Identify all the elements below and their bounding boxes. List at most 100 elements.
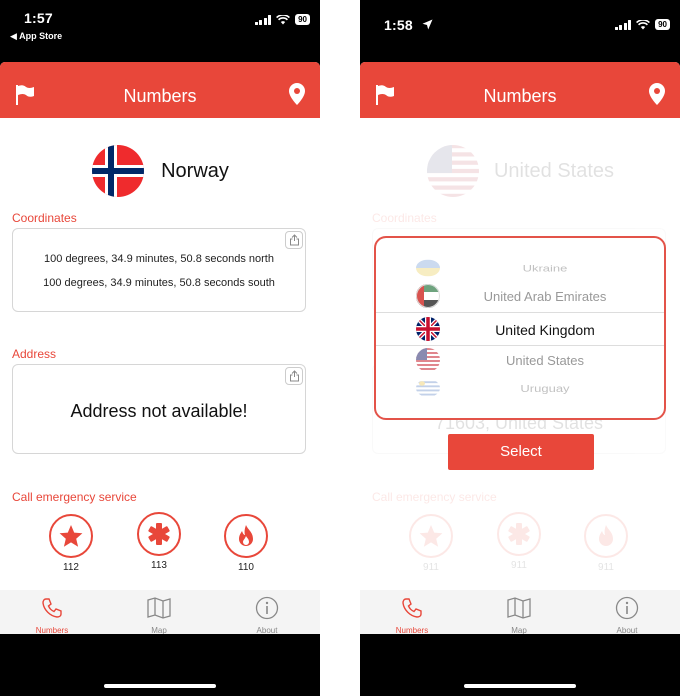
uk-flag-icon [416,317,440,341]
share-icon [289,370,299,382]
picker-row-label: United States [505,353,585,368]
uae-flag-icon [416,284,440,308]
map-icon [507,597,531,619]
nav-title: Numbers [483,86,557,106]
picker-row[interactable]: Uruguay [376,378,664,399]
picker-row[interactable]: Ukraine [376,258,664,278]
medical-icon [148,523,170,545]
status-icons: 90 [254,14,310,25]
tab-map[interactable]: Map [484,596,554,634]
address-text: Address not available! [70,401,248,421]
selected-country: United States [360,144,680,198]
battery-icon: 90 [295,14,310,25]
tab-label: Map [151,626,167,634]
coordinates-box: 100 degrees, 34.9 minutes, 50.8 seconds … [12,228,306,312]
app-screen: Numbers United States Coordinates 71603,… [360,62,680,634]
tab-about[interactable]: About [592,596,662,634]
phone-icon [402,598,422,618]
picker-row[interactable]: United States [376,346,664,374]
tab-label: About [256,626,278,634]
us-flag-icon [416,348,440,372]
tab-map[interactable]: Map [124,596,194,634]
ambulance-number: 911 [511,560,527,571]
nav-title: Numbers [123,86,197,106]
coordinates-latitude: 100 degrees, 34.9 minutes, 50.8 seconds … [44,253,274,265]
location-pin-icon[interactable] [288,82,306,106]
police-number: 112 [63,562,79,573]
tab-label: About [616,626,638,634]
info-icon [255,596,279,620]
phone-screen-right: 1:58 90 Numbers United States Coordinate… [360,0,680,696]
picker-row-label: United Arab Emirates [483,289,607,304]
fire-number: 911 [598,562,614,573]
status-bar: 1:58 90 [360,0,680,62]
location-arrow-icon [422,19,433,30]
call-police-button[interactable]: 112 [47,514,95,573]
address-box: Address not available! [12,364,306,454]
map-icon [147,597,171,619]
home-indicator [464,684,576,688]
picker-row-label: Ukraine [522,263,568,274]
tab-bar: Numbers Map About [0,590,320,634]
back-to-app-store-link[interactable]: ◀ App Store [10,31,62,42]
battery-icon: 90 [655,19,670,30]
phone-icon [42,598,62,618]
address-label: Address [12,347,57,361]
status-time: 1:57 [24,10,53,26]
nav-bar: Numbers [0,62,320,118]
medical-icon [508,523,530,545]
call-ambulance-button[interactable]: 113 [135,512,183,571]
status-icons: 90 [614,19,670,30]
fire-number: 110 [238,562,254,573]
country-name: Norway [161,159,229,182]
picker-row[interactable]: United Arab Emirates [376,282,664,310]
call-fire-button[interactable]: 110 [222,514,270,573]
location-pin-icon[interactable] [648,82,666,106]
share-address-button[interactable] [285,367,303,385]
nav-bar: Numbers [360,62,680,118]
select-button[interactable]: Select [448,434,594,470]
uruguay-flag-icon [416,379,440,397]
cellular-signal-icon [254,14,272,25]
call-police-button: 911 [407,514,455,573]
star-icon [419,525,443,547]
coordinates-label: Coordinates [12,211,77,225]
fire-icon [239,525,253,546]
share-coordinates-button[interactable] [285,231,303,249]
call-ambulance-button: 911 [495,512,543,571]
coordinates-longitude: 100 degrees, 34.9 minutes, 50.8 seconds … [43,277,275,289]
coordinates-label: Coordinates [372,211,437,225]
info-icon [615,596,639,620]
ukraine-flag-icon [416,259,440,277]
ambulance-number: 113 [151,560,167,571]
tab-bar: Numbers Map About [360,590,680,634]
selected-country[interactable]: Norway [0,144,320,198]
tab-label: Numbers [35,626,69,634]
tab-label: Map [511,626,527,634]
tab-numbers[interactable]: Numbers [377,596,447,634]
emergency-label: Call emergency service [12,490,137,504]
country-picker[interactable]: Ukraine United Arab Emirates United King… [374,236,666,420]
police-number: 911 [423,562,439,573]
cellular-signal-icon [614,19,632,30]
call-fire-button: 911 [582,514,630,573]
wifi-icon [636,19,651,29]
picker-row-label: United Kingdom [495,322,595,338]
wifi-icon [276,14,291,24]
tab-label: Numbers [395,626,429,634]
us-flag-icon [426,145,479,197]
picker-row-label: Uruguay [520,382,570,394]
emergency-label: Call emergency service [372,490,497,504]
picker-row-selected[interactable]: United Kingdom [376,315,664,343]
country-name: United States [493,159,615,182]
share-icon [289,234,299,246]
norway-flag-icon [92,145,145,197]
status-time: 1:58 [384,17,413,33]
home-indicator [104,684,216,688]
fire-icon [599,525,613,546]
status-bar: 1:57 ◀ App Store 90 [0,0,320,62]
tab-numbers[interactable]: Numbers [17,596,87,634]
app-screen: Numbers Norway Coordinates 100 degrees, … [0,62,320,634]
tab-about[interactable]: About [232,596,302,634]
phone-screen-left: 1:57 ◀ App Store 90 Numbers Norway Coord… [0,0,320,696]
